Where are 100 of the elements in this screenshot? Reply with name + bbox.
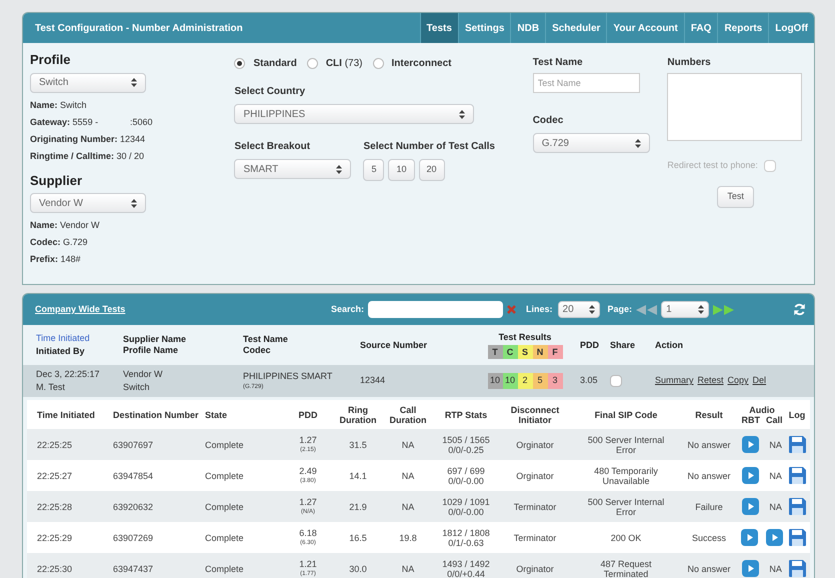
test-name-field[interactable]: Test Name bbox=[532, 73, 640, 93]
table-cell: 1.27 bbox=[299, 434, 317, 444]
play-icon[interactable] bbox=[742, 467, 760, 484]
table-cell: 6.18 bbox=[299, 528, 317, 538]
select-arrows-icon bbox=[588, 305, 595, 314]
table-cell-text: 500 Server Internal Error bbox=[586, 496, 666, 516]
table-cell-text: M. Test bbox=[36, 381, 66, 394]
nav-tab[interactable]: NDB bbox=[510, 13, 546, 43]
save-icon[interactable] bbox=[788, 436, 806, 453]
codec-select[interactable]: G.729 bbox=[532, 133, 650, 153]
field-label: Numbers bbox=[667, 56, 712, 70]
column-header: Test Results bbox=[498, 330, 552, 344]
info-line: Gateway: 5559 - bbox=[30, 116, 100, 128]
table-cell-text: No answer bbox=[686, 564, 732, 574]
column-header: Supplier Name Profile Name bbox=[123, 334, 188, 356]
column-header: Time Initiated bbox=[36, 410, 96, 420]
play-icon[interactable] bbox=[766, 529, 783, 546]
table-cell-text: 22:25:25 bbox=[36, 440, 74, 450]
column-header: Disconnect Initiator bbox=[510, 404, 560, 424]
page-select[interactable]: 1 bbox=[661, 301, 710, 318]
table-cell: 0/1/-0.63 bbox=[448, 538, 484, 548]
table-cell-text: 14.1 bbox=[348, 470, 368, 480]
supplier-select[interactable]: Vendor W bbox=[30, 193, 146, 213]
info-line: Name: Switch bbox=[30, 98, 88, 110]
tests-title-link[interactable]: Company Wide Tests bbox=[35, 302, 331, 316]
test-button[interactable]: Test bbox=[717, 186, 754, 208]
table-cell: 1493 / 1492 bbox=[442, 558, 490, 568]
save-icon[interactable] bbox=[788, 529, 806, 546]
call-count-button[interactable]: 5 bbox=[363, 159, 384, 181]
table-cell-text: 22:25:29 bbox=[36, 532, 74, 542]
radio-button[interactable] bbox=[234, 58, 246, 69]
action-link[interactable]: Copy bbox=[728, 374, 749, 388]
breakout-select[interactable]: SMART bbox=[234, 159, 352, 179]
nav-tab[interactable]: Your Account bbox=[606, 13, 684, 43]
table-cell-text: Success bbox=[690, 532, 727, 542]
table-cell-text: NA bbox=[400, 470, 416, 480]
select-arrows-icon bbox=[459, 110, 466, 118]
table-cell-text: 500 Server Internal Error bbox=[586, 434, 666, 454]
column-header: Audio bbox=[749, 404, 775, 414]
nav-tab[interactable]: LogOff bbox=[768, 13, 814, 43]
table-cell: 0/0/-0.00 bbox=[448, 506, 484, 516]
table-cell-text: NA bbox=[400, 502, 416, 512]
table-cell-text: 63907697 bbox=[112, 440, 154, 450]
call-count-button[interactable]: 10 bbox=[388, 159, 414, 181]
save-icon[interactable] bbox=[788, 467, 806, 484]
lines-label: Lines: bbox=[526, 302, 553, 316]
table-cell-text: Terminator bbox=[512, 532, 558, 542]
nav-tab[interactable]: Scheduler bbox=[545, 13, 606, 43]
select-arrows-icon bbox=[698, 305, 704, 314]
search-field[interactable] bbox=[368, 301, 504, 318]
sort-link[interactable]: Time Initiated bbox=[36, 332, 123, 345]
result-count: 10 bbox=[488, 373, 502, 389]
nav-tab[interactable]: Settings bbox=[458, 13, 510, 43]
action-link[interactable]: Retest bbox=[698, 374, 724, 388]
result-count: 5 bbox=[532, 373, 548, 389]
share-checkbox[interactable] bbox=[610, 375, 622, 387]
nav-tab[interactable]: Reports bbox=[717, 13, 768, 43]
table-cell-text: No answer bbox=[686, 440, 732, 450]
redirect-checkbox[interactable] bbox=[764, 160, 776, 172]
select-arrows-icon bbox=[634, 138, 641, 148]
profile-select[interactable]: Switch bbox=[30, 72, 146, 92]
table-cell-text: Orginator bbox=[515, 470, 555, 480]
column-header: PDD bbox=[297, 410, 318, 420]
country-select[interactable]: PHILIPPINES bbox=[234, 104, 474, 124]
column-header: RBT bbox=[741, 414, 760, 424]
call-count-button[interactable]: 20 bbox=[418, 159, 445, 181]
redirect-label: Redirect test to phone: bbox=[667, 159, 758, 172]
table-cell-text: 22:25:27 bbox=[36, 470, 74, 480]
column-header: Source Number bbox=[360, 340, 428, 350]
table-cell-text: Vendor W bbox=[123, 368, 164, 380]
refresh-icon[interactable] bbox=[793, 303, 806, 316]
play-icon[interactable] bbox=[742, 436, 760, 453]
table-cell: 3.05 bbox=[580, 375, 598, 386]
play-icon[interactable] bbox=[742, 560, 760, 577]
numbers-field[interactable] bbox=[667, 73, 802, 141]
save-icon[interactable] bbox=[788, 560, 806, 577]
rewind-icon[interactable] bbox=[636, 304, 658, 314]
nav-tab[interactable]: FAQ bbox=[684, 13, 718, 43]
lines-select[interactable]: 20 bbox=[558, 301, 600, 318]
action-link[interactable]: Del bbox=[752, 374, 766, 388]
result-count: 3 bbox=[548, 373, 562, 389]
table-cell-text: 480 Temporarily Unavailable bbox=[593, 466, 659, 486]
page-label: Page: bbox=[608, 302, 632, 316]
table-cell: 0/0/+0.44 bbox=[447, 568, 485, 578]
play-icon[interactable] bbox=[742, 498, 760, 515]
column-header: Ring Duration bbox=[338, 404, 378, 424]
select-arrows-icon bbox=[131, 198, 137, 208]
forward-icon[interactable] bbox=[713, 304, 736, 314]
column-header: Result bbox=[694, 410, 724, 420]
nav-tab[interactable]: Tests bbox=[420, 13, 458, 43]
action-link[interactable]: Summary bbox=[655, 374, 694, 388]
select-arrows-icon bbox=[336, 164, 342, 174]
radio-label: CLI (73) bbox=[326, 57, 362, 71]
save-icon[interactable] bbox=[788, 498, 806, 515]
play-icon[interactable] bbox=[741, 529, 758, 546]
radio-button[interactable] bbox=[372, 58, 384, 69]
info-port: :5060 bbox=[130, 116, 153, 128]
table-cell-text: Dec 3, 22:25:17 bbox=[36, 368, 101, 380]
radio-button[interactable] bbox=[306, 58, 318, 69]
column-header: PDD bbox=[580, 340, 600, 350]
